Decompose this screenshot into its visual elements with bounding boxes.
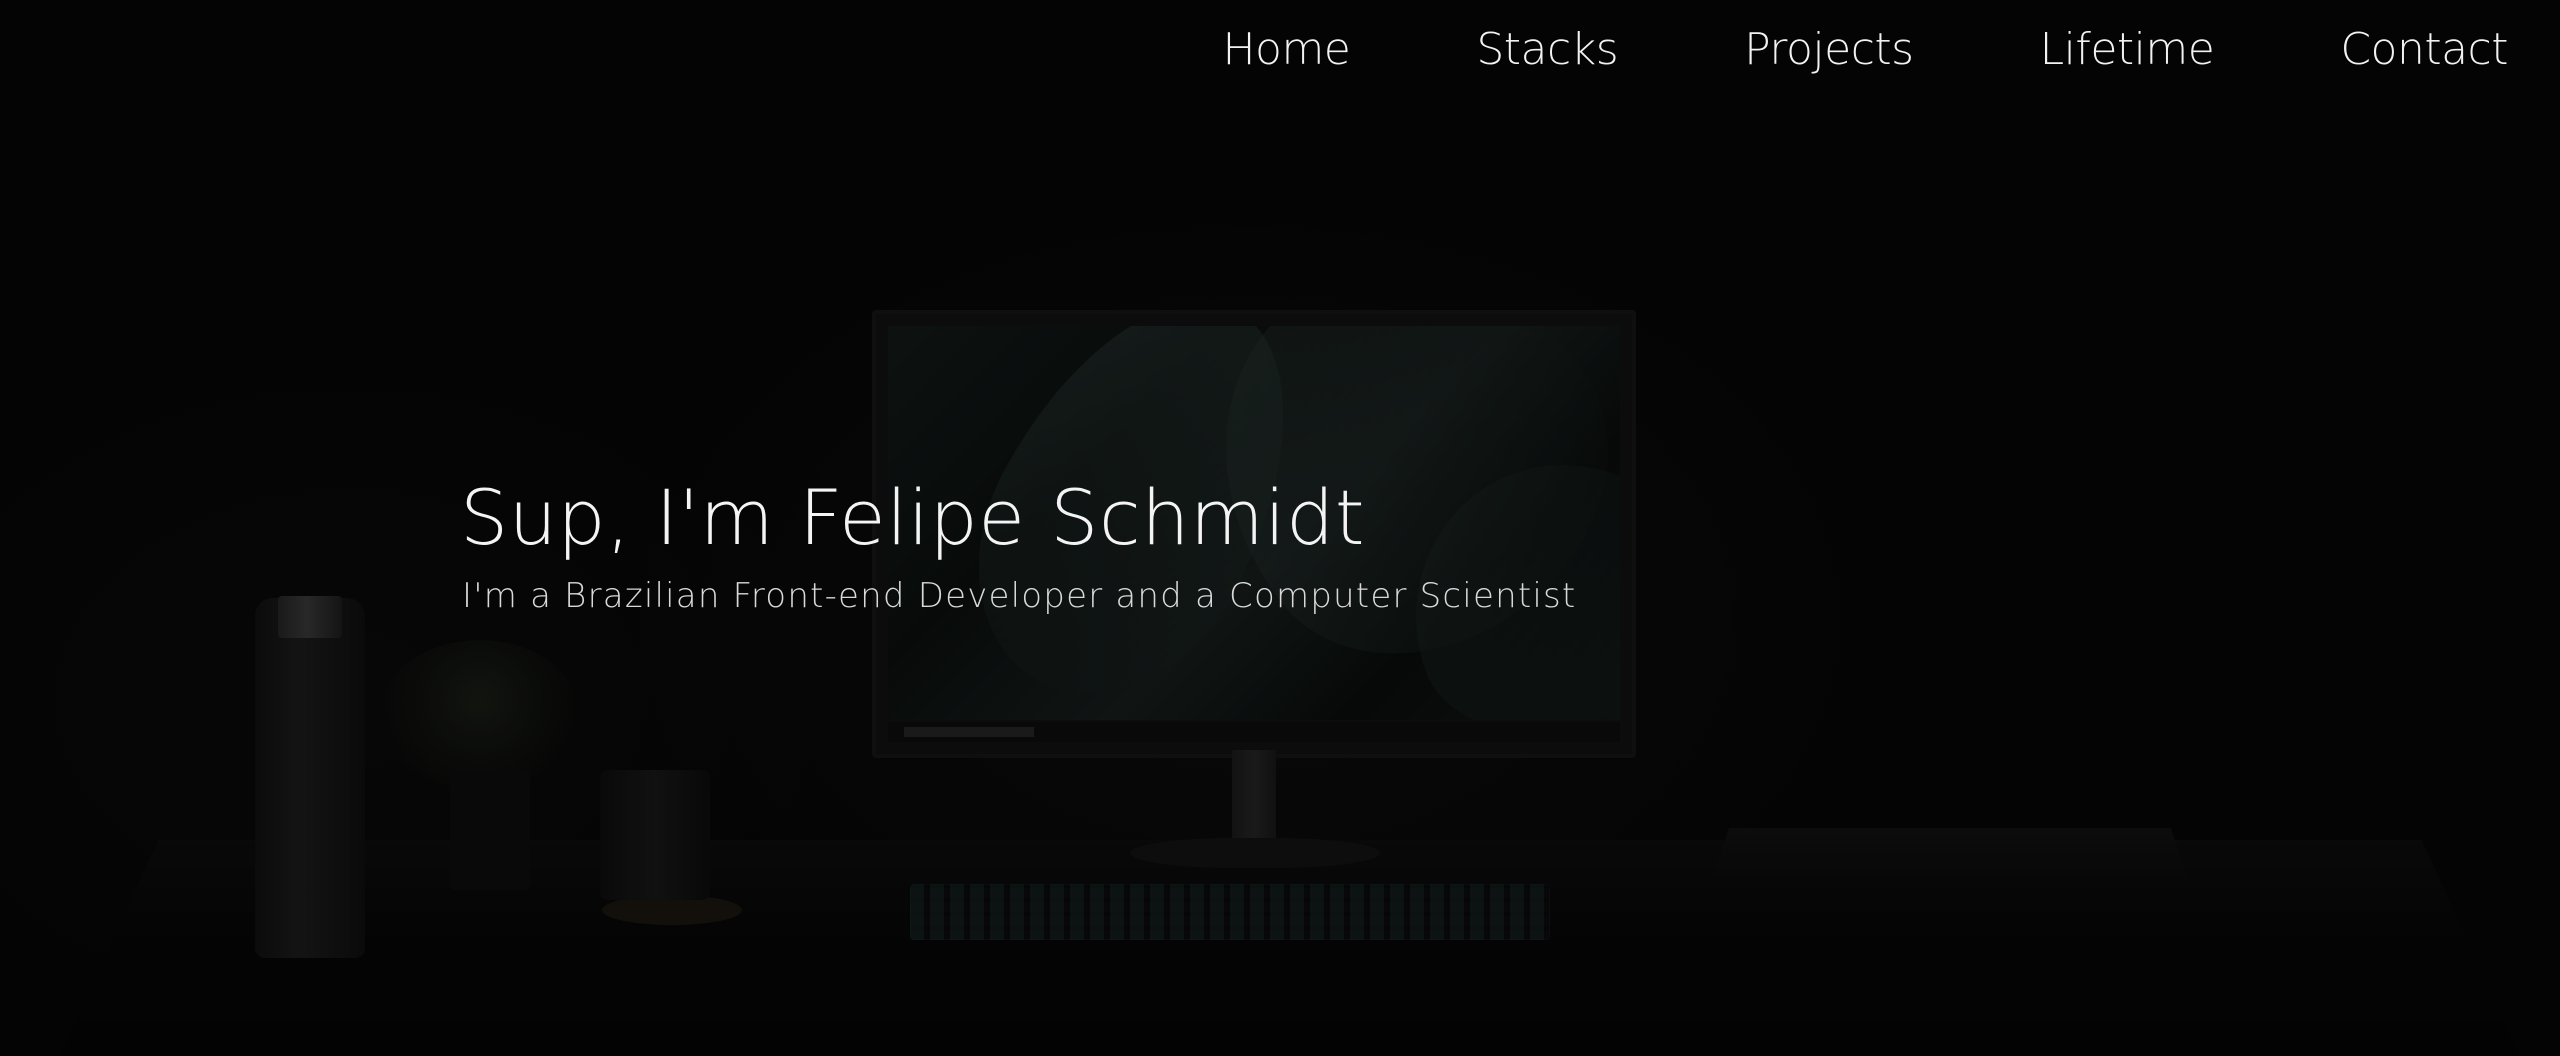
hero-section: Sup, I'm Felipe Schmidt I'm a Brazilian … — [460, 470, 1576, 618]
top-navigation: Home Stacks Projects Lifetime Contact — [1222, 22, 2508, 78]
hero-title: Sup, I'm Felipe Schmidt — [460, 473, 1366, 562]
nav-link-projects[interactable]: Projects — [1744, 22, 1914, 78]
page: Home Stacks Projects Lifetime Contact Su… — [0, 0, 2560, 1056]
nav-link-home[interactable]: Home — [1222, 22, 1350, 78]
nav-link-lifetime[interactable]: Lifetime — [2040, 22, 2215, 78]
nav-link-stacks[interactable]: Stacks — [1476, 22, 1618, 78]
hero-subtitle: I'm a Brazilian Front-end Developer and … — [462, 576, 1577, 616]
nav-link-contact[interactable]: Contact — [2340, 22, 2508, 78]
